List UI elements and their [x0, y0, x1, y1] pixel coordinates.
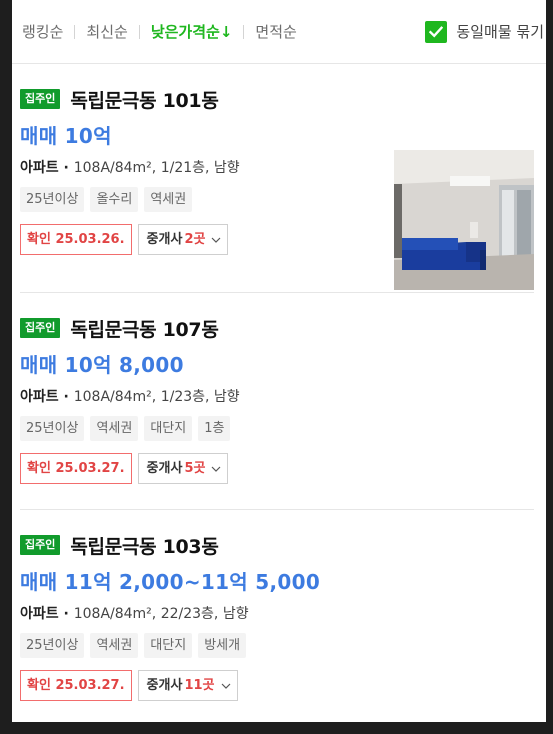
tag: 역세권	[144, 187, 193, 212]
sort-ranking[interactable]: 랭킹순	[22, 21, 63, 42]
owner-badge: 집주인	[20, 89, 61, 109]
checkbox-checked-icon[interactable]	[425, 20, 448, 43]
sort-area[interactable]: 면적순	[255, 21, 296, 42]
agents-label: 중개사	[146, 678, 183, 693]
spec-detail: 108A/84m², 1/21층, 남향	[73, 160, 240, 176]
owner-badge: 집주인	[20, 535, 61, 555]
listing-item[interactable]: 집주인 독립문극동 101동 매매 10억 아파트 · 108A/84m², 1…	[12, 64, 546, 292]
sort-latest[interactable]: 최신순	[86, 21, 127, 42]
sort-low-price[interactable]: 낮은가격순↓	[151, 21, 233, 42]
spec-line: 아파트 · 108A/84m², 1/23층, 남향	[20, 389, 240, 405]
listing-item[interactable]: 집주인 독립문극동 103동 매매 11억 2,000~11억 5,000 아파…	[12, 510, 546, 722]
tag: 대단지	[144, 416, 193, 441]
confirmed-date: 확인 25.03.27.	[20, 670, 132, 701]
tag: 25년이상	[20, 187, 85, 212]
agents-count: 11곳	[184, 678, 215, 693]
property-type: 아파트	[20, 160, 59, 176]
spec-detail: 108A/84m², 1/23층, 남향	[73, 389, 240, 405]
chevron-down-icon	[211, 225, 221, 254]
property-type: 아파트	[20, 606, 59, 622]
tag-list: 25년이상 역세권 대단지 1층	[20, 416, 546, 441]
spec-line: 아파트 · 108A/84m², 22/23층, 남향	[20, 606, 249, 622]
group-same-listings-toggle[interactable]: 동일매물 묶기	[425, 20, 544, 43]
agents-count: 2곳	[184, 232, 206, 247]
owner-badge: 집주인	[20, 318, 61, 338]
tag: 역세권	[90, 416, 139, 441]
tag: 1층	[198, 416, 231, 441]
tag: 대단지	[144, 633, 193, 658]
tag-list: 25년이상 역세권 대단지 방세개	[20, 633, 546, 658]
tag: 역세권	[90, 633, 139, 658]
divider	[74, 24, 76, 39]
property-type: 아파트	[20, 389, 59, 405]
divider	[138, 24, 140, 39]
complex-name[interactable]: 독립문극동 103동	[70, 532, 218, 559]
price: 매매 10억	[20, 124, 112, 148]
listing-item[interactable]: 집주인 독립문극동 107동 매매 10억 8,000 아파트 · 108A/8…	[12, 293, 546, 509]
agents-label: 중개사	[146, 461, 183, 476]
agents-dropdown[interactable]: 중개사 2곳	[137, 224, 229, 255]
agents-label: 중개사	[146, 232, 183, 247]
spec-detail: 108A/84m², 22/23층, 남향	[73, 606, 249, 622]
complex-name[interactable]: 독립문극동 101동	[70, 86, 218, 113]
tag: 25년이상	[20, 633, 85, 658]
listing-panel: 랭킹순 최신순 낮은가격순↓ 면적순 동일매물 묶기 집주인 독립문극동 101…	[12, 0, 546, 722]
confirmed-date: 확인 25.03.27.	[20, 453, 132, 484]
agents-dropdown[interactable]: 중개사 11곳	[137, 670, 238, 701]
confirmed-date: 확인 25.03.26.	[20, 224, 132, 255]
tag: 방세개	[198, 633, 247, 658]
price: 매매 10억 8,000	[20, 353, 184, 377]
agents-count: 5곳	[184, 461, 206, 476]
listing-photo[interactable]	[394, 150, 534, 290]
chevron-down-icon	[211, 454, 221, 483]
tag: 25년이상	[20, 416, 85, 441]
chevron-down-icon	[221, 671, 231, 700]
group-toggle-label: 동일매물 묶기	[456, 23, 544, 41]
agents-dropdown[interactable]: 중개사 5곳	[137, 453, 229, 484]
divider	[243, 24, 245, 39]
price: 매매 11억 2,000~11억 5,000	[20, 570, 321, 594]
complex-name[interactable]: 독립문극동 107동	[70, 315, 218, 342]
sort-bar: 랭킹순 최신순 낮은가격순↓ 면적순 동일매물 묶기	[12, 0, 546, 64]
tag: 올수리	[90, 187, 139, 212]
